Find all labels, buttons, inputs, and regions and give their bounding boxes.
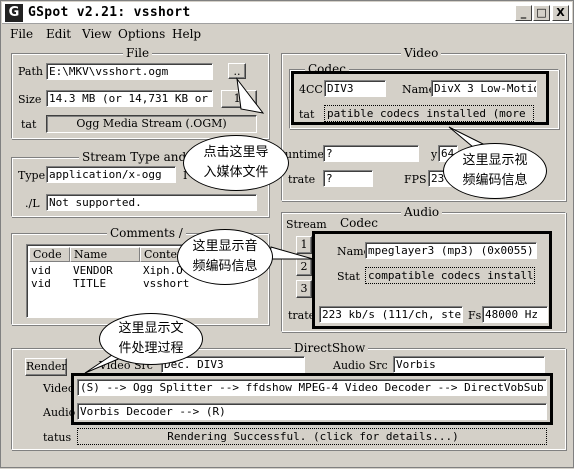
gspot-window: G GSpot v2.21: vsshort _ □ X File Edit V… [0,0,574,468]
menu-help[interactable]: Help [172,27,201,41]
browse-callout-line-2: 入媒体文件 [203,165,269,180]
audio-src-label: Audio Src [333,359,388,372]
video-codec-title: Codec [305,62,349,76]
render-button[interactable]: Render [25,358,67,376]
audio-bitrate-field[interactable]: 223 kb/s (111/ch, stere [319,306,463,323]
menu-view[interactable]: View [82,27,112,41]
table-row-code[interactable]: vid [31,277,51,290]
video-group-title: Video [401,46,442,60]
video-callout-line-1: 这里显示视 [462,153,528,168]
menu-file[interactable]: File [10,27,33,41]
runtime-label: untime [285,148,325,161]
minimize-button[interactable]: _ [515,5,532,21]
video-callout-line-2: 频编码信息 [462,173,528,188]
audio-bitrate-label: trate [288,309,316,322]
video-chain-label: Video [43,382,75,395]
browse-callout: 点击这里导入媒体文件 [183,135,289,191]
table-row-code[interactable]: vid [31,264,51,277]
process-callout: 这里显示文件处理过程 [99,313,203,365]
maximize-button[interactable]: □ [533,5,550,21]
close-button[interactable]: X [552,5,569,21]
column-header-code[interactable]: Code [29,247,70,262]
process-callout-line-1: 这里显示文 [118,321,184,336]
sample-rate-field[interactable]: 48000 Hz [482,306,548,323]
table-row-name[interactable]: VENDOR [73,264,113,277]
browse-callout-line-1: 点击这里导 [203,145,269,160]
video-bitrate-field[interactable]: ? [323,170,373,187]
audio-src-field[interactable]: Vorbis [393,356,545,373]
path-field[interactable]: E:\MKV\vsshort.ogm [46,63,213,80]
audio-stream-1-button[interactable]: 1 [296,236,312,254]
video-y-label: y [431,148,438,161]
size-unit-button[interactable]: 1/ [221,90,257,108]
audio-group-title: Audio [401,205,443,219]
audio-chain-label: Audio [43,406,76,419]
type-label: Type [18,169,46,182]
audio-stat-label: Stat [337,270,360,283]
audio-chain-field[interactable]: Vorbis Decoder --> (R) [77,403,547,420]
audio-codec-title: Codec [337,216,381,230]
runtime-field[interactable]: ? [323,145,419,162]
title-bar[interactable]: G GSpot v2.21: vsshort _ □ X [2,2,572,24]
format-label: tat [21,118,37,131]
browse-button[interactable]: .. [228,63,246,79]
format-field[interactable]: Ogg Media Stream (.OGM) [46,115,257,133]
table-row-name[interactable]: TITLE [73,277,106,290]
audio-codec-callout: 这里显示音频编码信息 [177,229,273,285]
video-codec-callout: 这里显示视频编码信息 [443,143,547,199]
size-field[interactable]: 14.3 MB (or 14,731 KB or 15 [46,90,213,107]
path-label: Path [18,65,43,78]
table-row-content[interactable]: Xiph.O [143,264,183,277]
video-status-label: tat [299,108,315,121]
menu-bar: File Edit View Options Help [2,25,572,43]
video-bitrate-label: trate [288,173,316,186]
menu-edit[interactable]: Edit [46,27,71,41]
audio-stat-field[interactable]: compatible codecs installe [365,267,535,284]
window-title: GSpot v2.21: vsshort [28,5,191,20]
size-label: Size [18,93,42,106]
render-status-field[interactable]: Rendering Successful. (click for details… [77,428,547,445]
render-status-label: tatus [43,431,72,444]
file-group-title: File [123,46,153,60]
video-name-field[interactable]: DivX 3 Low-Motion [431,80,537,97]
process-callout-line-2: 件处理过程 [118,341,184,356]
directshow-group-title: DirectShow [291,341,369,355]
type-field[interactable]: application/x-ogg [46,166,176,183]
table-row-content[interactable]: vsshort [143,277,189,290]
fps-label: FPS [404,173,427,186]
audio-callout-line-1: 这里显示音 [192,239,258,254]
l-label: ./L [25,197,40,210]
fourcc-field[interactable]: DIV3 [324,80,386,97]
column-header-name[interactable]: Name [70,247,140,262]
app-logo-icon: G [5,4,23,22]
fourcc-label: 4CC [299,83,323,96]
audio-stream-2-button[interactable]: 2 [296,258,312,276]
audio-stream-3-button[interactable]: 3 [296,280,312,298]
comments-group-title: Comments / [107,226,186,240]
video-status-field[interactable]: patible codecs installed (more inf [324,105,534,122]
video-chain-field[interactable]: (S) --> Ogg Splitter --> ffdshow MPEG-4 … [77,379,547,396]
l-field[interactable]: Not supported. [46,194,257,211]
audio-callout-line-2: 频编码信息 [192,259,258,274]
audio-stream-label: Stream [286,218,327,231]
menu-options[interactable]: Options [118,27,165,41]
audio-name-field[interactable]: mpeglayer3 (mp3) (0x0055) I [365,242,537,259]
sample-rate-label: Fs [468,309,482,322]
